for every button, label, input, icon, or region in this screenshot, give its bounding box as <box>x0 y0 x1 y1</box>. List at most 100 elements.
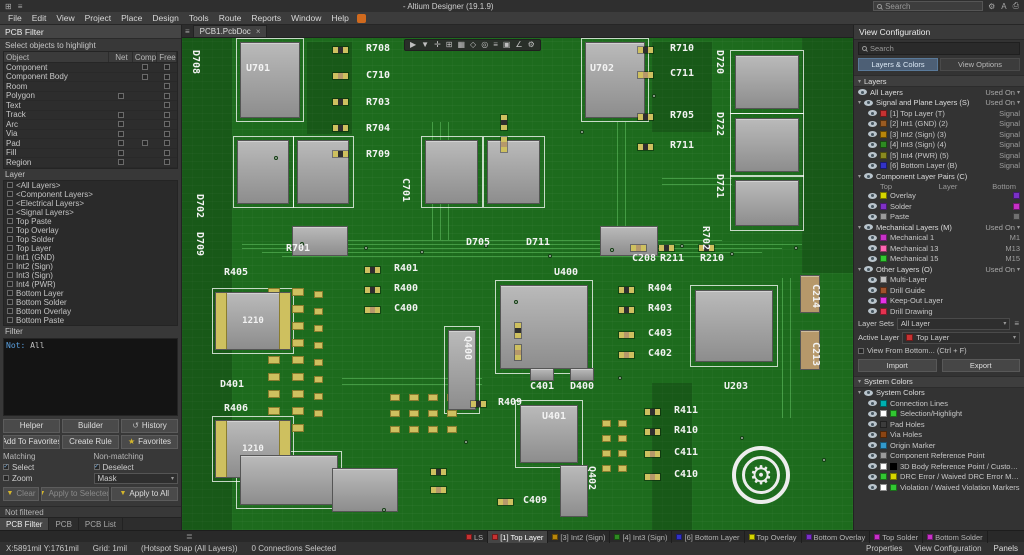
passive-component[interactable] <box>500 114 508 131</box>
component-body[interactable] <box>237 140 289 204</box>
silkscreen-label[interactable]: R704 <box>366 124 390 134</box>
layer-row[interactable]: Keep-Out Layer <box>854 296 1024 307</box>
silkscreen-label[interactable]: C410 <box>674 470 698 480</box>
layer-checkbox[interactable] <box>7 236 13 242</box>
eye-icon[interactable] <box>868 453 877 459</box>
passive-component[interactable] <box>500 136 508 153</box>
eye-icon[interactable] <box>868 256 877 262</box>
component-body[interactable] <box>600 226 658 256</box>
board-layer-tab[interactable]: [6] Bottom Layer <box>672 531 744 543</box>
app-icon[interactable]: ⊞ <box>4 2 13 11</box>
passive-component[interactable] <box>514 322 522 339</box>
menu-project[interactable]: Project <box>80 13 116 23</box>
layer-filter-row[interactable]: Bottom Layer <box>4 289 177 298</box>
eye-icon[interactable] <box>868 287 877 293</box>
top-color-swatch[interactable] <box>880 213 887 220</box>
align-tool-icon[interactable]: ≡ <box>493 41 498 49</box>
color-swatch[interactable] <box>890 473 897 480</box>
system-color-row[interactable]: Pad Holes <box>854 419 1024 430</box>
silkscreen-label[interactable]: D720 <box>714 50 724 74</box>
color-swatch[interactable] <box>880 484 887 491</box>
view-configuration-tab[interactable]: View Configuration <box>915 544 982 553</box>
color-swatch[interactable] <box>880 400 887 407</box>
component-body[interactable] <box>735 180 799 226</box>
silkscreen-label[interactable]: R708 <box>366 44 390 54</box>
layers-section-header[interactable]: ▾Layers <box>854 75 1024 87</box>
eye-icon[interactable] <box>864 224 873 230</box>
silkscreen-label[interactable]: C401 <box>530 382 554 392</box>
board-insight-icon[interactable]: ▦ <box>457 41 465 49</box>
color-swatch[interactable] <box>890 463 897 470</box>
layer-filter-row[interactable]: <All Layers> <box>4 181 177 190</box>
layer-row[interactable]: Mechanical 15M15 <box>854 254 1024 265</box>
free-checkbox[interactable] <box>164 112 170 118</box>
silkscreen-label[interactable]: D708 <box>190 50 200 74</box>
system-color-row[interactable]: Violation / Waived Violation Markers <box>854 482 1024 493</box>
silkscreen-label[interactable]: Q400 <box>462 336 472 360</box>
add-to-favorites-button[interactable]: Add To Favorites <box>3 435 60 449</box>
board-layer-tab[interactable]: [1] Top Layer <box>488 531 548 543</box>
eye-icon[interactable] <box>868 203 877 209</box>
pair-row[interactable]: Paste <box>854 212 1024 223</box>
route-tool-icon[interactable]: ◇ <box>470 41 476 49</box>
net-checkbox[interactable] <box>118 159 124 165</box>
eye-icon[interactable] <box>868 121 877 127</box>
export-button[interactable]: Export <box>942 359 1021 372</box>
layer-sets-menu-icon[interactable]: ≡ <box>1013 319 1020 328</box>
eye-icon[interactable] <box>864 390 873 396</box>
color-swatch[interactable] <box>890 484 897 491</box>
net-checkbox[interactable] <box>118 131 124 137</box>
used-on-dropdown[interactable]: Used On▾ <box>985 98 1020 107</box>
filter-expression-input[interactable]: Not: All <box>3 338 178 416</box>
print-icon[interactable]: ⎙ <box>1012 1 1020 11</box>
layer-checkbox[interactable] <box>7 200 13 206</box>
board-layer-tab[interactable]: [3] Int2 (Sign) <box>548 531 610 543</box>
layer-checkbox[interactable] <box>7 254 13 260</box>
top-color-swatch[interactable] <box>880 203 887 210</box>
layer-group-header[interactable]: ▾Signal and Plane Layers (S)Used On▾ <box>854 98 1024 109</box>
comp-checkbox[interactable] <box>142 74 148 80</box>
net-checkbox[interactable] <box>118 140 124 146</box>
eye-icon[interactable] <box>868 142 877 148</box>
component-body[interactable] <box>425 140 478 204</box>
silkscreen-label[interactable]: R401 <box>394 264 418 274</box>
layer-row[interactable]: [5] Int4 (PWR) (5)Signal <box>854 150 1024 161</box>
favorites-button[interactable]: ★Favorites <box>121 435 178 449</box>
object-row[interactable]: Fill <box>4 149 177 159</box>
board-layer-tab[interactable]: Bottom Solder <box>923 531 988 543</box>
component-body[interactable] <box>695 290 773 362</box>
silkscreen-label[interactable]: C213 <box>810 342 820 366</box>
view-from-bottom-checkbox[interactable] <box>858 348 864 354</box>
layer-row[interactable]: [6] Bottom Layer (B)Signal <box>854 161 1024 172</box>
silkscreen-label[interactable]: U702 <box>590 64 614 74</box>
object-row[interactable]: Pad <box>4 139 177 149</box>
silkscreen-label[interactable]: C403 <box>648 329 672 339</box>
selection-tool-icon[interactable]: ▶ <box>410 41 416 49</box>
via-tool-icon[interactable]: ◎ <box>481 41 488 49</box>
layer-filter-row[interactable]: Top Overlay <box>4 226 177 235</box>
layer-checkbox[interactable] <box>7 317 13 323</box>
passive-component[interactable] <box>364 286 381 294</box>
component-body[interactable] <box>332 468 398 512</box>
passive-component[interactable] <box>644 428 661 436</box>
component-body[interactable] <box>735 55 799 109</box>
passive-component[interactable] <box>332 72 349 80</box>
layer-checkbox[interactable] <box>7 227 13 233</box>
object-row[interactable]: Room <box>4 82 177 92</box>
passive-component[interactable] <box>430 486 447 494</box>
layer-color-swatch[interactable] <box>880 287 887 294</box>
free-checkbox[interactable] <box>164 64 170 70</box>
layer-filter-row[interactable]: Bottom Solder <box>4 298 177 307</box>
object-row[interactable]: Via <box>4 130 177 140</box>
pcb-canvas[interactable]: 12101210D708U701R708C710R703R704R709C701… <box>182 38 853 530</box>
layer-color-swatch[interactable] <box>880 162 887 169</box>
silkscreen-label[interactable]: D400 <box>570 382 594 392</box>
layer-row[interactable]: Drill Guide <box>854 285 1024 296</box>
eye-icon[interactable] <box>868 432 877 438</box>
bottom-color-swatch[interactable] <box>1013 213 1020 220</box>
free-checkbox[interactable] <box>164 150 170 156</box>
silkscreen-label[interactable]: R709 <box>366 150 390 160</box>
eye-icon[interactable] <box>868 421 877 427</box>
component-body[interactable] <box>240 455 338 505</box>
passive-component[interactable] <box>364 266 381 274</box>
